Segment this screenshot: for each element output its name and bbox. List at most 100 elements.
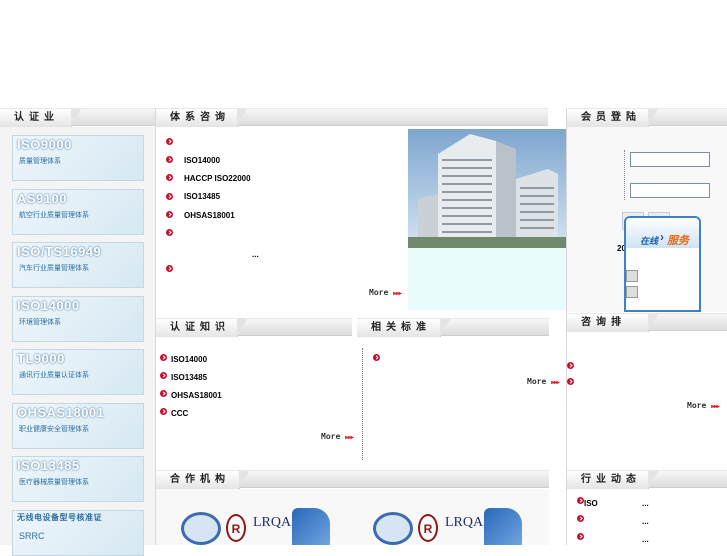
consult-item[interactable]: ISO13485 (184, 192, 220, 201)
cert-card[interactable]: ISO14000 环境管理体系 (12, 295, 144, 342)
building-photo (408, 129, 566, 248)
cert-card[interactable]: ISO13485 医疗器械质量管理体系 (12, 456, 144, 502)
system-consult-header: 体系咨询 (156, 108, 548, 127)
cert-desc: 职业健康安全管理体系 (19, 425, 89, 433)
rank-bullet-icon (567, 362, 574, 369)
photo-caption-area (408, 248, 566, 310)
more-arrows-icon: ▶▶▶ (551, 379, 560, 386)
cert-knowledge-header: 认证知识 (156, 318, 352, 337)
dqs-logo-icon (292, 508, 330, 545)
cert-desc: 质量管理体系 (19, 158, 61, 165)
online-service-widget[interactable]: 在线 › 服务 (624, 216, 701, 312)
cert-knowledge-title: 认证知识 (156, 319, 247, 337)
knowledge-more-link[interactable]: More ▶▶▶ (321, 432, 354, 441)
online-prefix: 在线 (640, 236, 659, 246)
standards-bullet-icon (373, 354, 380, 361)
online-service-header: 在线 › 服务 (626, 218, 699, 248)
member-login-title: 会员登陆 (567, 109, 658, 127)
cert-card[interactable]: ISO9000 质量管理体系 (12, 135, 144, 181)
cert-desc: 汽车行业质量管理体系 (19, 265, 89, 272)
knowledge-bullet-icon (160, 408, 167, 415)
username-field[interactable] (630, 152, 710, 167)
news-bullet-icon (577, 515, 584, 522)
more-arrows-icon: ▶▶▶ (393, 290, 402, 297)
rank-more-link[interactable]: More ▶▶▶ (687, 401, 720, 410)
cert-card[interactable]: AS9100 航空行业质量管理体系 (12, 188, 144, 235)
standards-more-link[interactable]: More ▶▶▶ (527, 377, 560, 386)
system-consult-title: 体系咨询 (156, 109, 247, 127)
news-item-ellipsis: ... (642, 517, 649, 526)
more-label: More (369, 288, 389, 297)
more-arrows-icon: ▶▶▶ (711, 403, 720, 410)
cert-card[interactable]: 无线电设备型号核准证 SRRC (12, 509, 144, 556)
consult-item[interactable]: OHSAS18001 (184, 211, 235, 220)
related-standards-header: 相关标准 (357, 318, 549, 337)
cert-business-title: 认证业务 (0, 109, 81, 141)
cert-desc: 通讯行业质量认证体系 (19, 372, 89, 379)
more-arrows-icon: ▶▶▶ (345, 434, 354, 441)
column-separator (362, 348, 363, 460)
consult-bullet-icon (166, 229, 173, 236)
cert-code: ISO13485 (17, 458, 80, 473)
registered-r-icon: R (226, 514, 246, 542)
related-standards-title: 相关标准 (357, 319, 450, 337)
lrqa-logo: LRQA (253, 515, 292, 530)
more-label: More (527, 377, 547, 386)
member-login-header: 会员登陆 (567, 108, 727, 127)
lrqa-logo: LRQA (445, 515, 484, 530)
cert-desc: SRRC (19, 530, 45, 541)
industry-news-header: 行业动态 (567, 470, 727, 489)
consult-more-link[interactable]: More ▶▶▶ (369, 288, 402, 297)
password-field[interactable] (630, 183, 710, 198)
cnas-logo-icon (373, 512, 413, 545)
knowledge-item[interactable]: OHSAS18001 (171, 391, 222, 400)
cert-code: ISO14000 (17, 297, 80, 313)
consult-bullet-icon (166, 192, 173, 200)
news-item[interactable]: ISO (584, 499, 598, 508)
consult-bullet-icon (166, 210, 173, 218)
news-bullet-icon (577, 497, 584, 504)
cert-code: ISO/TS16949 (17, 244, 102, 259)
consult-item[interactable]: HACCP ISO22000 (184, 174, 251, 183)
knowledge-item[interactable]: ISO14000 (171, 355, 207, 364)
knowledge-bullet-icon (160, 354, 167, 361)
cert-card[interactable]: TL9000 通讯行业质量认证体系 (12, 349, 144, 395)
cert-code: 无线电设备型号核准证 (17, 512, 102, 522)
cert-desc: 医疗器械质量管理体系 (19, 479, 89, 486)
more-label: More (687, 401, 707, 410)
cert-card[interactable]: OHSAS18001 职业健康安全管理体系 (12, 402, 144, 449)
cert-code: ISO9000 (17, 137, 72, 152)
dqs-logo-icon (484, 508, 522, 545)
consult-item[interactable]: ... (252, 250, 259, 259)
online-service-label: 服务 (667, 235, 689, 247)
qq-icon[interactable] (626, 270, 638, 282)
consult-bullet-icon (166, 174, 173, 182)
knowledge-bullet-icon (160, 390, 167, 397)
consult-item[interactable]: ISO14000 (184, 156, 220, 165)
industry-news-title: 行业动态 (567, 471, 658, 489)
building-illustration-icon (408, 129, 566, 248)
cert-card[interactable]: ISO/TS16949 汽车行业质量管理体系 (12, 242, 144, 288)
cert-business-header: 认证业务 (0, 108, 155, 141)
consult-bullet-icon (166, 138, 173, 145)
knowledge-item[interactable]: CCC (171, 409, 188, 418)
msn-icon[interactable] (626, 286, 638, 298)
consult-bullet-icon (166, 265, 173, 273)
registered-r-icon: R (418, 514, 438, 542)
login-separator (624, 150, 625, 200)
consult-rank-header: 咨询排 (567, 313, 727, 332)
cert-desc: 航空行业质量管理体系 (19, 211, 89, 219)
chevron-right-icon: › (660, 230, 664, 244)
news-item-ellipsis: ... (642, 499, 649, 508)
knowledge-item[interactable]: ISO13485 (171, 373, 207, 382)
partners-title: 合作机构 (156, 471, 249, 489)
cert-code: TL9000 (17, 351, 65, 366)
consult-rank-title: 咨询排 (567, 314, 658, 332)
news-bullet-icon (577, 533, 584, 540)
cnas-logo-icon (181, 512, 221, 545)
cert-desc: 环境管理体系 (19, 318, 61, 326)
partners-header: 合作机构 (156, 470, 549, 489)
cert-code: AS9100 (17, 190, 67, 206)
news-item-ellipsis: ... (642, 535, 649, 544)
knowledge-bullet-icon (160, 372, 167, 379)
